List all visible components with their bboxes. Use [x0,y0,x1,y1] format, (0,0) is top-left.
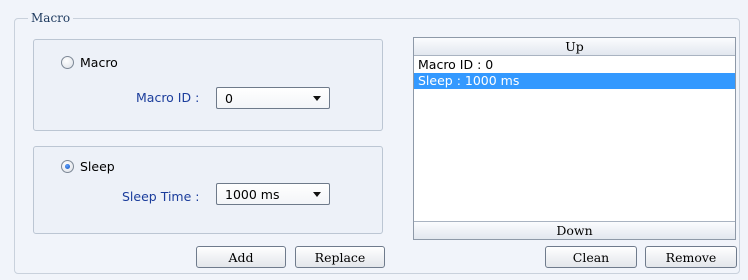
sleep-time-select[interactable]: 1000 ms [216,183,330,205]
sleep-radio-icon[interactable] [61,160,74,173]
macro-panel: Macro Macro ID : 0 [33,39,383,131]
list-item-selected[interactable]: Sleep : 1000 ms [414,73,735,89]
add-button[interactable]: Add [196,246,286,268]
macro-radio[interactable]: Macro [61,55,118,70]
sleep-time-label: Sleep Time : [122,189,200,204]
chevron-down-icon[interactable] [313,96,321,101]
macro-radio-icon[interactable] [61,56,74,69]
list-item[interactable]: Macro ID : 0 [414,57,735,73]
macro-id-label: Macro ID : [136,90,200,105]
chevron-down-icon[interactable] [313,192,321,197]
move-up-button[interactable]: Up [414,38,735,56]
sleep-panel: Sleep Sleep Time : 1000 ms [33,146,383,234]
remove-button[interactable]: Remove [645,246,737,268]
clean-button[interactable]: Clean [545,246,637,268]
sleep-radio-label: Sleep [80,159,115,174]
macro-id-value: 0 [225,90,233,106]
replace-button[interactable]: Replace [295,246,385,268]
macro-radio-label: Macro [80,55,118,70]
command-list-body: Macro ID : 0 Sleep : 1000 ms [414,57,735,220]
command-list[interactable]: Up Macro ID : 0 Sleep : 1000 ms Down [413,37,736,240]
macro-group-title: Macro [28,11,74,25]
move-down-button[interactable]: Down [414,221,735,239]
sleep-radio[interactable]: Sleep [61,159,115,174]
sleep-time-value: 1000 ms [225,186,280,202]
macro-id-select[interactable]: 0 [216,87,330,109]
